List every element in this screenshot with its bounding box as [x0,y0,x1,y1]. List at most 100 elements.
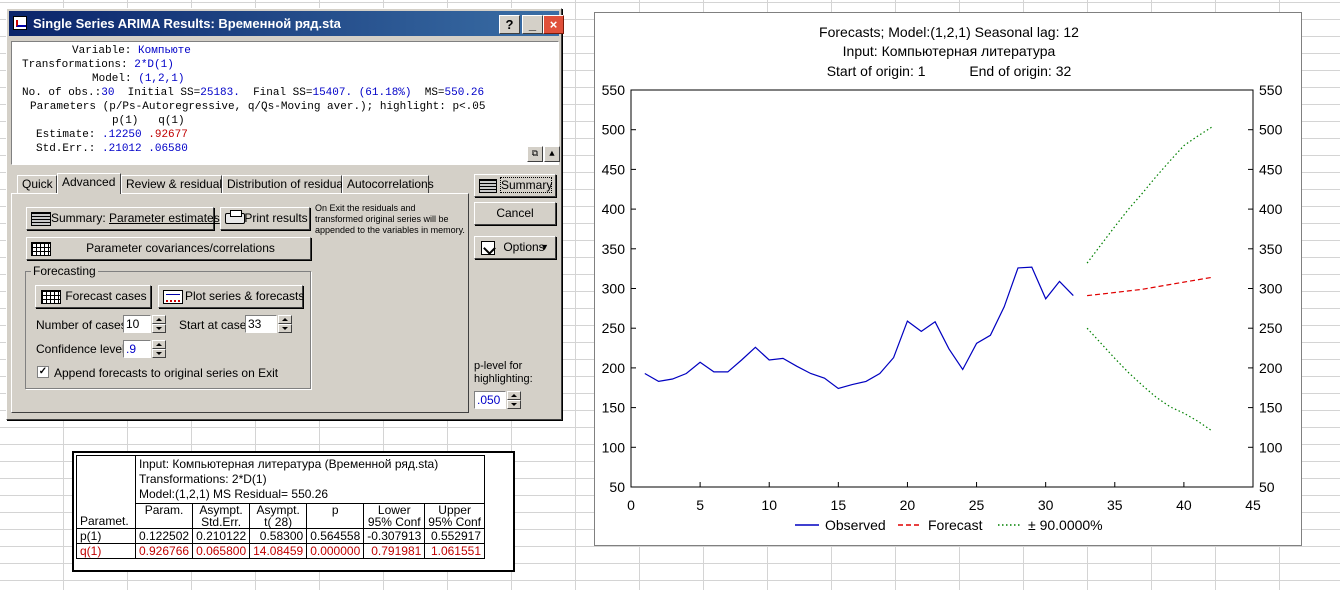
minimize-button[interactable]: _ [522,15,543,34]
print-results-button[interactable]: Print results [220,207,310,230]
table-info-line1: Input: Компьютерная литература (Временно… [139,457,439,471]
column-header-line2 [310,516,360,528]
confidence-level-spinner[interactable] [152,340,166,358]
grid-icon [41,290,61,304]
table-cell: 0.58300 [249,528,308,544]
table-cell: 14.08459 [249,543,308,559]
start-at-case-spinner[interactable] [278,315,292,333]
column-header: Asympt. Std.Err. [192,503,251,529]
y-tick-label-right: 50 [1259,479,1275,495]
column-header-line1: p [331,503,339,517]
y-tick-label: 400 [602,201,626,217]
expand-icon[interactable]: ▲ [544,146,560,162]
options-button[interactable]: Options ▼ [474,236,556,259]
column-header-line2 [139,516,189,528]
x-tick-label: 30 [1038,497,1054,513]
y-tick-label-right: 450 [1259,161,1283,177]
legend-label: ± 90.0000% [1028,517,1103,533]
arima-results-dialog: Single Series ARIMA Results: Временной р… [6,8,564,420]
x-tick-label: 45 [1245,497,1261,513]
estimate-label: Estimate: [36,129,96,141]
summary-button[interactable]: Summary [474,174,556,197]
tab-quick[interactable]: Quick [17,175,57,193]
printer-icon [225,210,245,224]
variable-value: Компьюте [138,45,191,57]
table-row: q(1) 0.926766 0.065800 14.08459 0.000000 0.79… [76,543,485,559]
append-forecasts-checkbox[interactable]: ✓ [37,366,49,378]
row-name: p(1) [76,528,136,544]
confidence-level-input[interactable]: .9 [123,340,151,358]
exit-note: On Exit the residuals and transformed or… [315,203,465,235]
table-cell: 0.791981 [363,543,426,559]
ms-value: 550.26 [444,87,485,99]
tab-autocorrelations[interactable]: Autocorrelations [342,175,434,193]
plevel-input[interactable]: .050 [474,391,506,409]
table-cell: 1.061551 [424,543,485,559]
column-header-line2: 95% Conf [367,515,421,529]
legend-label: Observed [825,517,886,533]
initial-ss-label: Initial SS= [127,87,201,99]
y-tick-label: 100 [602,439,626,455]
column-header-line2: Std.Err. [201,515,242,529]
chevron-down-icon: ▼ [540,242,549,252]
obs-label: No. of obs.: [22,87,102,99]
stderr-p: .21012 [102,143,142,155]
summary-params-label: Parameter estimates [109,211,220,225]
series-line-1 [1087,276,1212,297]
y-tick-label-right: 350 [1259,241,1283,257]
y-tick-label: 500 [602,122,626,138]
y-tick-label-right: 400 [1259,201,1283,217]
table-cell: 0.065800 [192,543,251,559]
series-line-2 [1086,126,1212,264]
x-tick-label: 20 [900,497,916,513]
table-cell: 0.564558 [306,528,365,544]
copy-icon[interactable]: ⧉ [527,146,543,162]
tab-review-residuals[interactable]: Review & residuals [121,175,228,193]
tab-advanced[interactable]: Advanced [57,173,121,194]
dialog-titlebar[interactable]: Single Series ARIMA Results: Временной р… [9,11,564,36]
column-header: Param. [134,503,194,529]
y-tick-label: 200 [602,360,626,376]
plot-icon [163,290,183,304]
help-button[interactable]: ? [499,15,520,34]
y-tick-label-right: 300 [1259,281,1283,297]
cancel-button[interactable]: Cancel [474,202,556,225]
y-tick-label: 50 [609,479,625,495]
start-at-case-input[interactable]: 33 [245,315,277,333]
column-header-line2: t( 28) [264,515,293,529]
transformations-label: Transformations: [22,59,128,71]
app-icon [13,16,27,30]
variable-label: Variable: [72,45,132,57]
initial-ss-value: 25183. [200,87,240,99]
estimate-p: .12250 [102,129,142,141]
close-button[interactable]: × [543,15,564,34]
params-description: Parameters (p/Ps-Autoregressive, q/Qs-Mo… [30,101,486,113]
transformations-value: 2*D(1) [134,59,174,71]
number-of-cases-spinner[interactable] [152,315,166,333]
table-cell: 0.000000 [306,543,365,559]
summary-icon [31,212,51,226]
plot-series-forecasts-button[interactable]: Plot series & forecasts [158,285,304,308]
column-header-line2: 95% Conf [428,515,481,529]
tab-distribution-residuals[interactable]: Distribution of residuals [222,175,352,193]
x-tick-label: 40 [1176,497,1192,513]
y-tick-label-right: 550 [1259,82,1283,98]
plevel-spinner[interactable] [507,391,521,409]
table-row: p(1) 0.122502 0.210122 0.58300 0.564558 -0.30… [76,528,485,544]
x-tick-label: 5 [696,497,704,513]
estimate-q: .92677 [148,129,188,141]
y-tick-label: 350 [602,241,626,257]
parameter-covariances-label: Parameter covariances/correlations [86,241,275,255]
forecast-cases-button[interactable]: Forecast cases [35,285,151,308]
summary-parameter-estimates-button[interactable]: Summary: Parameter estimates [26,207,220,230]
summary-icon [479,179,497,193]
x-tick-label: 10 [761,497,777,513]
plevel-label-line1: p-level for [474,360,523,372]
y-tick-label: 550 [602,82,626,98]
parameter-covariances-button[interactable]: Parameter covariances/correlations [26,237,311,260]
model-value: (1,2,1) [138,73,185,85]
forecast-chart: Forecasts; Model:(1,2,1) Seasonal lag: 1… [594,12,1302,546]
append-forecasts-label: Append forecasts to original series on E… [54,366,279,380]
number-of-cases-input[interactable]: 10 [123,315,151,333]
row-name: q(1) [76,543,136,559]
